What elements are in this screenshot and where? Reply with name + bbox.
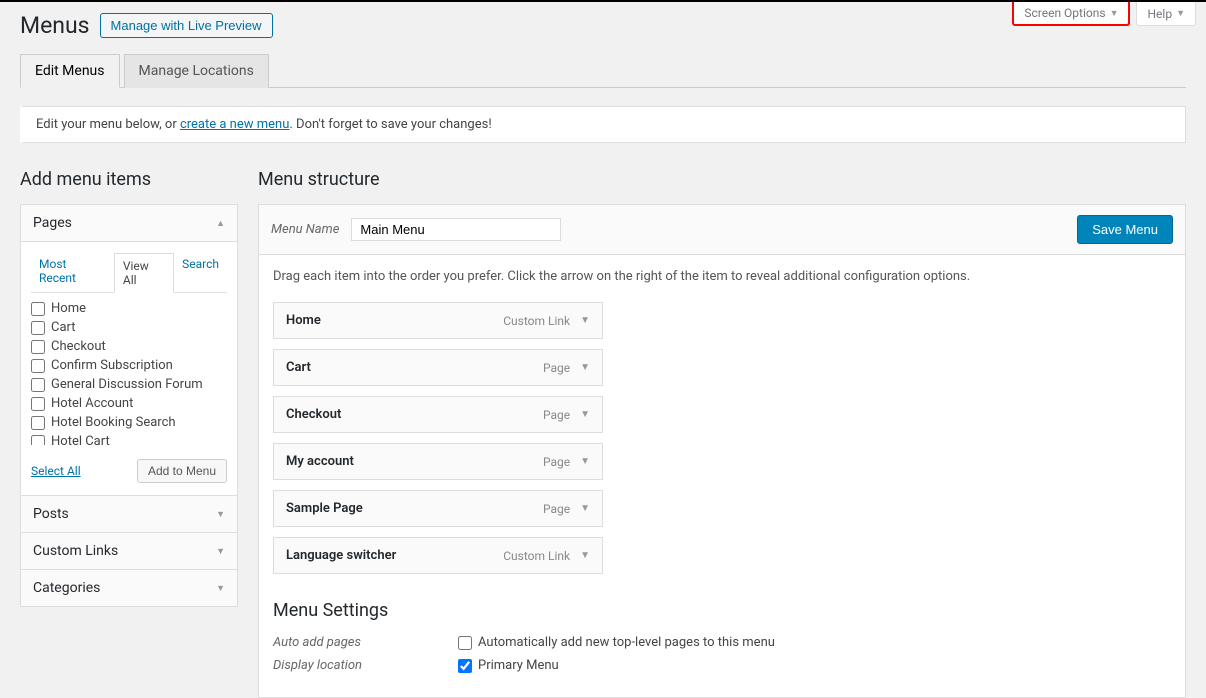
menu-settings-heading: Menu Settings xyxy=(273,600,1171,621)
page-checkbox[interactable] xyxy=(31,397,45,411)
menu-item-type: Page xyxy=(543,361,570,375)
chevron-up-icon: ▲ xyxy=(216,218,225,229)
add-to-menu-button[interactable]: Add to Menu xyxy=(137,459,227,483)
page-checkbox[interactable] xyxy=(31,340,45,354)
menu-item-title: My account xyxy=(286,454,543,469)
screen-options-label: Screen Options xyxy=(1024,6,1105,20)
page-row: Home xyxy=(31,299,225,318)
menu-item-type: Page xyxy=(543,408,570,422)
page-label: Home xyxy=(51,301,86,316)
primary-menu-checkbox[interactable] xyxy=(458,659,472,673)
chevron-down-icon: ▼ xyxy=(216,546,225,557)
menu-item[interactable]: Sample PagePage ▼ xyxy=(273,490,603,527)
live-preview-button[interactable]: Manage with Live Preview xyxy=(100,13,273,38)
chevron-down-icon: ▼ xyxy=(1176,8,1185,19)
page-label: Cart xyxy=(51,320,76,335)
chevron-down-icon: ▼ xyxy=(216,583,225,594)
help-label: Help xyxy=(1147,7,1172,21)
help-tab[interactable]: Help ▼ xyxy=(1136,2,1196,26)
chevron-down-icon[interactable]: ▼ xyxy=(580,362,590,373)
page-checkbox[interactable] xyxy=(31,302,45,316)
page-label: Confirm Subscription xyxy=(51,358,173,373)
chevron-down-icon: ▼ xyxy=(1110,8,1119,19)
accordion-pages-header[interactable]: Pages ▲ xyxy=(21,205,237,242)
accordion-custom-links-title: Custom Links xyxy=(33,543,118,559)
notice-box: Edit your menu below, or create a new me… xyxy=(20,106,1186,143)
menu-name-label: Menu Name xyxy=(271,222,339,237)
notice-prefix: Edit your menu below, or xyxy=(36,117,180,132)
page-row: Hotel Booking Search xyxy=(31,413,225,432)
auto-add-checkbox[interactable] xyxy=(458,636,472,650)
page-checkbox[interactable] xyxy=(31,321,45,335)
select-all-link[interactable]: Select All xyxy=(31,464,81,478)
menu-item-type: Page xyxy=(543,502,570,516)
screen-options-tab[interactable]: Screen Options ▼ xyxy=(1012,2,1130,26)
accordion-custom-links-header[interactable]: Custom Links ▼ xyxy=(21,533,237,570)
chevron-down-icon: ▼ xyxy=(216,509,225,520)
auto-add-label: Auto add pages xyxy=(273,635,458,650)
page-label: Hotel Booking Search xyxy=(51,415,176,430)
display-location-label: Display location xyxy=(273,658,458,673)
auto-add-text: Automatically add new top-level pages to… xyxy=(478,635,775,650)
page-label: Checkout xyxy=(51,339,106,354)
page-checkbox[interactable] xyxy=(31,359,45,373)
page-row: Hotel Cart xyxy=(31,432,225,445)
menu-structure-heading: Menu structure xyxy=(258,169,1186,190)
add-items-heading: Add menu items xyxy=(20,169,238,190)
page-row: Cart xyxy=(31,318,225,337)
menu-item[interactable]: Language switcherCustom Link ▼ xyxy=(273,537,603,574)
inner-tab-search[interactable]: Search xyxy=(174,252,227,292)
chevron-down-icon[interactable]: ▼ xyxy=(580,456,590,467)
page-row: General Discussion Forum xyxy=(31,375,225,394)
inner-tab-recent[interactable]: Most Recent xyxy=(31,252,114,292)
page-title: Menus xyxy=(20,12,90,39)
page-row: Confirm Subscription xyxy=(31,356,225,375)
tab-manage-locations[interactable]: Manage Locations xyxy=(124,54,269,88)
menu-name-input[interactable] xyxy=(351,218,561,241)
page-label: Hotel Account xyxy=(51,396,133,411)
notice-suffix: . Don't forget to save your changes! xyxy=(289,117,491,132)
menu-item[interactable]: HomeCustom Link ▼ xyxy=(273,302,603,339)
accordion-categories-header[interactable]: Categories ▼ xyxy=(21,570,237,606)
menu-item-title: Home xyxy=(286,313,503,328)
save-menu-button[interactable]: Save Menu xyxy=(1077,215,1173,244)
chevron-down-icon[interactable]: ▼ xyxy=(580,550,590,561)
menu-item-type: Page xyxy=(543,455,570,469)
menu-item[interactable]: CartPage ▼ xyxy=(273,349,603,386)
chevron-down-icon[interactable]: ▼ xyxy=(580,503,590,514)
accordion-posts-header[interactable]: Posts ▼ xyxy=(21,496,237,533)
accordion-posts-title: Posts xyxy=(33,506,69,522)
pages-list[interactable]: Home Cart Checkout Confirm Subscription Gene… xyxy=(31,299,227,445)
page-checkbox[interactable] xyxy=(31,435,45,446)
inner-tab-view-all[interactable]: View All xyxy=(114,253,174,293)
menu-item-title: Checkout xyxy=(286,407,543,422)
create-menu-link[interactable]: create a new menu xyxy=(180,117,289,132)
menu-item-type: Custom Link xyxy=(503,314,570,328)
menu-item-title: Sample Page xyxy=(286,501,543,516)
page-checkbox[interactable] xyxy=(31,378,45,392)
chevron-down-icon[interactable]: ▼ xyxy=(580,409,590,420)
accordion-pages-title: Pages xyxy=(33,215,72,231)
menu-item[interactable]: CheckoutPage ▼ xyxy=(273,396,603,433)
chevron-down-icon[interactable]: ▼ xyxy=(580,315,590,326)
instructions-text: Drag each item into the order you prefer… xyxy=(273,269,1171,284)
menu-item-title: Cart xyxy=(286,360,543,375)
primary-menu-text: Primary Menu xyxy=(478,658,559,673)
page-label: General Discussion Forum xyxy=(51,377,203,392)
page-row: Hotel Account xyxy=(31,394,225,413)
page-label: Hotel Cart xyxy=(51,434,110,445)
accordion-categories-title: Categories xyxy=(33,580,100,596)
page-row: Checkout xyxy=(31,337,225,356)
menu-item-title: Language switcher xyxy=(286,548,503,563)
tab-edit-menus[interactable]: Edit Menus xyxy=(20,54,120,88)
menu-item-type: Custom Link xyxy=(503,549,570,563)
menu-item[interactable]: My accountPage ▼ xyxy=(273,443,603,480)
page-checkbox[interactable] xyxy=(31,416,45,430)
